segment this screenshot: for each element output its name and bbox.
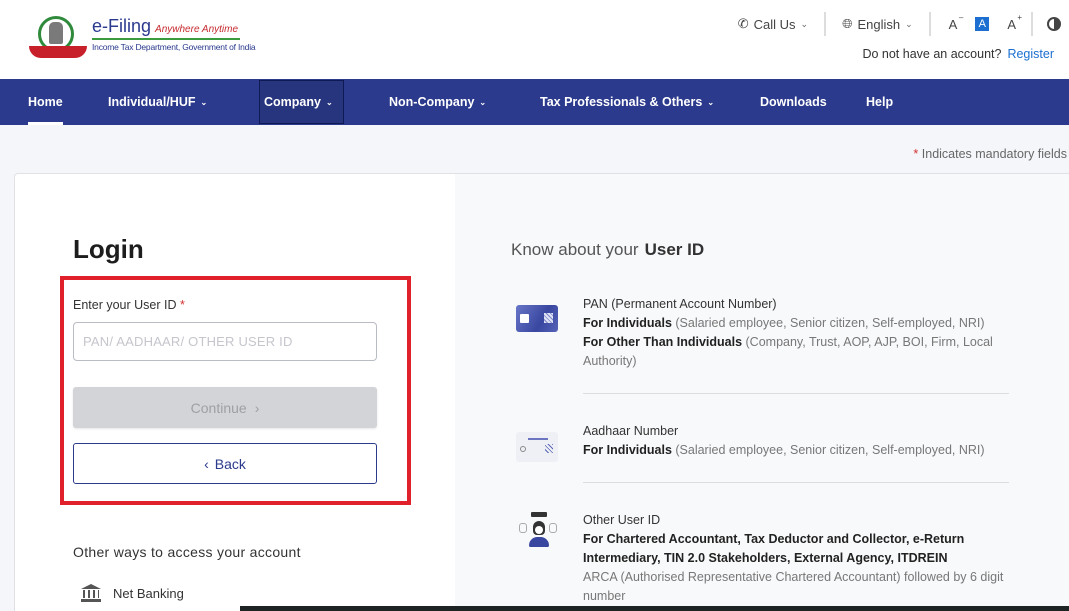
language-label: English xyxy=(857,16,901,32)
font-increase-button[interactable]: A + xyxy=(1007,13,1022,32)
continue-button[interactable]: Continue › xyxy=(73,387,377,428)
login-card: Login Enter your User ID * Continue› ‹Ba… xyxy=(14,173,1069,611)
utility-bar: ✆ Call Us ⌄ 🌐︎ English ⌄ A – A A + xyxy=(722,12,1069,36)
user-id-label: Enter your User ID * xyxy=(73,298,185,312)
other-user-icon xyxy=(519,512,557,554)
contrast-toggle-icon[interactable] xyxy=(1047,17,1061,31)
aadhaar-card-icon xyxy=(516,432,558,462)
font-decrease-button[interactable]: A – xyxy=(949,13,964,32)
nav-help[interactable]: Help xyxy=(866,79,893,125)
chevron-down-icon: ⌄ xyxy=(479,97,487,107)
top-header: e-Filing Anywhere Anytime Income Tax Dep… xyxy=(0,0,1069,79)
page-title: Login xyxy=(73,234,144,264)
chevron-down-icon: ⌄ xyxy=(200,97,208,107)
net-banking-label: Net Banking xyxy=(113,585,184,601)
nav-tax-professionals[interactable]: Tax Professionals & Others ⌄ xyxy=(540,79,714,125)
divider xyxy=(583,393,1009,394)
phone-icon: ✆ xyxy=(737,16,749,31)
font-normal-button[interactable]: A xyxy=(975,17,990,31)
register-prompt: Do not have an account? Register xyxy=(862,47,1054,61)
register-link[interactable]: Register xyxy=(1007,47,1054,61)
brand-tagline: Anywhere Anytime xyxy=(155,24,239,35)
chevron-down-icon: ⌄ xyxy=(325,97,333,107)
chevron-left-icon: ‹ xyxy=(204,455,209,472)
chevron-down-icon: ⌄ xyxy=(800,18,809,29)
department-name: Income Tax Department, Government of Ind… xyxy=(92,42,256,52)
divider xyxy=(583,482,1009,483)
nav-home[interactable]: Home xyxy=(28,79,63,125)
user-id-input[interactable] xyxy=(73,322,377,361)
main-nav: Home Individual/HUF ⌄ Company ⌄ Non-Compan… xyxy=(0,79,1069,125)
language-dropdown[interactable]: 🌐︎ English ⌄ xyxy=(826,12,929,36)
bank-icon xyxy=(81,584,101,602)
other-ways-heading: Other ways to access your account xyxy=(73,544,301,560)
chevron-down-icon: ⌄ xyxy=(905,18,913,29)
nav-company[interactable]: Company ⌄ xyxy=(259,80,344,124)
call-us-dropdown[interactable]: ✆ Call Us ⌄ xyxy=(722,12,824,36)
brand-name: e-Filing xyxy=(92,16,152,36)
net-banking-link[interactable]: Net Banking xyxy=(81,584,184,602)
account-prompt-text: Do not have an account? xyxy=(862,47,1002,61)
pan-info: PAN (Permanent Account Number) For Indiv… xyxy=(583,297,993,368)
globe-icon: 🌐︎ xyxy=(842,16,853,31)
chevron-right-icon: › xyxy=(254,399,260,416)
taskbar-strip xyxy=(240,606,1069,611)
emblem-icon xyxy=(28,14,88,58)
chevron-down-icon: ⌄ xyxy=(707,97,715,107)
nav-non-company[interactable]: Non-Company ⌄ xyxy=(389,79,486,125)
nav-downloads[interactable]: Downloads xyxy=(760,79,827,125)
know-user-id-title: Know about your User ID xyxy=(511,240,705,259)
other-user-id-info: Other User ID For Chartered Accountant, … xyxy=(583,513,1004,603)
aadhaar-info: Aadhaar Number For Individuals (Salaried… xyxy=(583,424,985,457)
call-us-label: Call Us xyxy=(753,16,796,32)
back-button[interactable]: ‹ Back xyxy=(73,443,377,484)
efiling-logo[interactable]: e-Filing Anywhere Anytime Income Tax Dep… xyxy=(28,14,256,58)
pan-card-icon xyxy=(516,305,558,332)
nav-individual-huf[interactable]: Individual/HUF ⌄ xyxy=(108,79,207,125)
mandatory-note: * Indicates mandatory fields xyxy=(913,147,1067,161)
divider xyxy=(1031,12,1033,36)
